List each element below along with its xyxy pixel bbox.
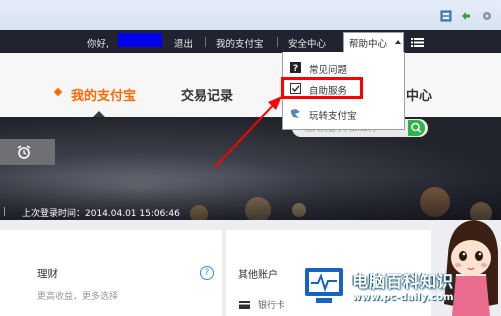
watermark-url: www.pc-daily.com xyxy=(352,292,454,303)
logout-link[interactable]: 退出 xyxy=(174,36,193,50)
alarm-clock-icon xyxy=(17,145,31,159)
help-question-icon[interactable]: ? xyxy=(200,266,214,280)
divider xyxy=(277,37,278,47)
alipay-logo-icon xyxy=(291,109,300,118)
highlight-box xyxy=(281,77,363,99)
menu-item-label: 玩转支付宝 xyxy=(309,111,357,122)
menu-item-label: 常见问题 xyxy=(309,65,348,76)
greeting-text: 你好, xyxy=(87,39,110,50)
security-center-link[interactable]: 安全中心 xyxy=(288,36,326,50)
question-icon: ? xyxy=(290,62,301,73)
username-redacted xyxy=(118,33,162,47)
nav-my-alipay[interactable]: 我的支付宝 xyxy=(71,85,136,104)
my-alipay-link[interactable]: 我的支付宝 xyxy=(216,36,264,50)
watermark-logo-icon xyxy=(303,266,345,303)
nav-center-partial[interactable]: 中心 xyxy=(406,85,432,104)
help-center-label: 帮助中心 xyxy=(349,39,388,50)
bank-card-icon xyxy=(239,301,250,309)
back-arrow-icon[interactable] xyxy=(460,10,472,22)
search-icon xyxy=(411,122,422,133)
watermark-title: 电脑百科知识 xyxy=(352,272,455,291)
favorites-icon[interactable] xyxy=(440,10,452,22)
svg-text:?: ? xyxy=(293,64,298,73)
bank-card-link[interactable]: 银行卡 xyxy=(258,298,285,311)
finance-description: 更高收益，更多选择 xyxy=(37,292,119,302)
search-button[interactable] xyxy=(408,120,425,136)
tools-gear-icon[interactable] xyxy=(481,10,493,22)
divider: | xyxy=(3,207,7,217)
divider xyxy=(205,37,206,47)
list-menu-icon[interactable] xyxy=(411,38,424,47)
caret-up-icon xyxy=(395,40,401,44)
last-login-time: 上次登录时间：2014.04.01 15:06:46 xyxy=(22,209,180,219)
finance-card xyxy=(0,230,222,316)
other-accounts-title: 其他账户 xyxy=(238,270,278,281)
annotation-arrow-icon xyxy=(213,96,282,169)
menu-item-alipay-guide[interactable]: 玩转支付宝 xyxy=(290,106,400,124)
finance-title: 理财 xyxy=(37,268,58,280)
browser-toolbar xyxy=(0,0,501,31)
menu-item-faq[interactable]: ? 常见问题 xyxy=(290,60,400,78)
